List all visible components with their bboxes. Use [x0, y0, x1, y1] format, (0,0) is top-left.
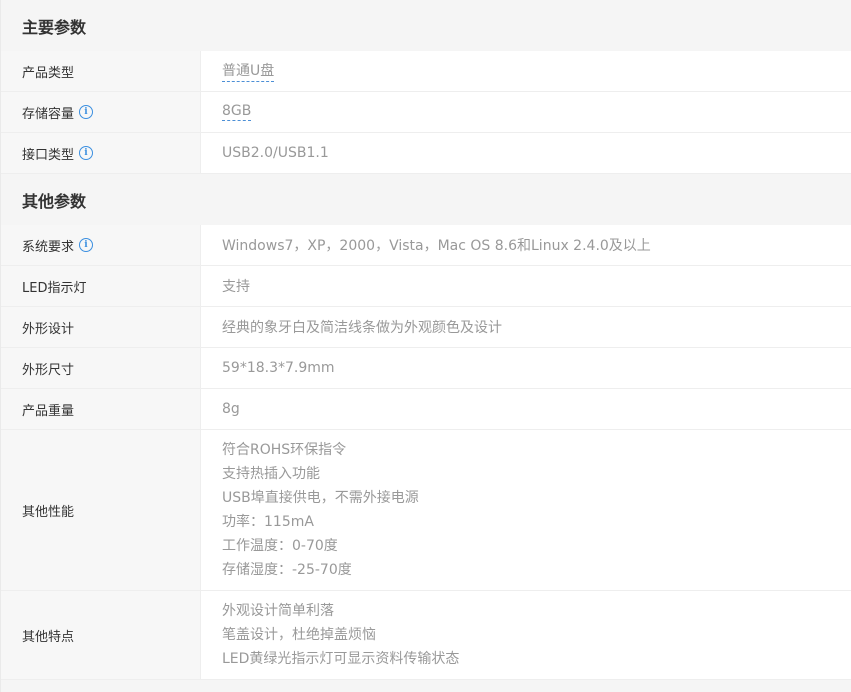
spec-value: 功率：115mA [222, 514, 314, 530]
spec-value: USB埠直接供电，不需外接电源 [222, 490, 419, 506]
spec-value: 符合ROHS环保指令 [222, 442, 347, 458]
spec-row: 存储容量 i 8GB [1, 92, 851, 133]
spec-label-cell: 其他特点 [1, 591, 201, 679]
spec-label-cell: 外形尺寸 [1, 348, 201, 388]
spec-label-cell: 产品重量 [1, 389, 201, 429]
spec-label: 其他性能 [22, 504, 75, 520]
info-icon[interactable]: i [79, 105, 94, 119]
section-footer [1, 680, 851, 692]
spec-row: 产品类型 普通U盘 [1, 51, 851, 92]
spec-value-cell: 支持 [201, 266, 851, 306]
spec-value: 经典的象牙白及简洁线条做为外观颜色及设计 [222, 320, 502, 336]
spec-value: 支持热插入功能 [222, 466, 320, 482]
spec-row: 其他性能 符合ROHS环保指令 支持热插入功能 USB埠直接供电，不需外接电源 功率：1… [1, 430, 851, 591]
spec-label: LED指示灯 [22, 280, 87, 296]
spec-table: 主要参数产品类型 普通U盘存储容量 i 8GB 接口类型 i USB2.0/USB1.1 其他… [0, 0, 851, 692]
spec-label: 外形设计 [22, 321, 75, 337]
spec-label: 接口类型 [22, 147, 75, 163]
spec-label-cell: 其他性能 [1, 430, 201, 590]
spec-row: 外形设计 经典的象牙白及简洁线条做为外观颜色及设计 [1, 307, 851, 348]
spec-label: 存储容量 [22, 106, 75, 122]
spec-row: 其他特点 外观设计简单利落笔盖设计，杜绝掉盖烦恼 LED黄绿光指示灯可显示资料传输状… [1, 591, 851, 680]
spec-value-link[interactable]: 8GB [222, 103, 252, 121]
spec-value: USB2.0/USB1.1 [222, 145, 329, 161]
spec-label: 系统要求 [22, 239, 75, 255]
section-header: 其他参数 [1, 174, 851, 225]
info-icon[interactable]: i [79, 238, 94, 252]
spec-value-cell: 59*18.3*7.9mm [201, 348, 851, 388]
spec-value-cell: 8g [201, 389, 851, 429]
spec-label-cell: 产品类型 [1, 51, 201, 91]
spec-value-cell: 普通U盘 [201, 51, 851, 91]
spec-row: 外形尺寸 59*18.3*7.9mm [1, 348, 851, 389]
spec-row: LED指示灯 支持 [1, 266, 851, 307]
spec-value: 8g [222, 401, 240, 417]
spec-row: 接口类型 i USB2.0/USB1.1 [1, 133, 851, 174]
spec-value-cell: 符合ROHS环保指令 支持热插入功能 USB埠直接供电，不需外接电源 功率：115mA… [201, 430, 851, 590]
spec-value: 59*18.3*7.9mm [222, 360, 335, 376]
spec-label: 产品重量 [22, 403, 75, 419]
section-header: 主要参数 [1, 0, 851, 51]
spec-value-link[interactable]: 普通U盘 [222, 60, 275, 82]
spec-value-cell: 8GB [201, 92, 851, 132]
spec-row: 系统要求 i Windows7，XP，2000，Vista，Mac OS 8.6和L… [1, 225, 851, 266]
spec-value: 笔盖设计，杜绝掉盖烦恼 [222, 627, 376, 643]
spec-label-cell: 存储容量 i [1, 92, 201, 132]
spec-value: 存储湿度：-25-70度 [222, 562, 352, 578]
spec-value-cell: USB2.0/USB1.1 [201, 133, 851, 173]
spec-label: 产品类型 [22, 65, 75, 81]
spec-value: 外观设计简单利落 [222, 603, 334, 619]
spec-value: 支持 [222, 279, 250, 295]
spec-value: 工作温度：0-70度 [222, 538, 338, 554]
spec-value-cell: Windows7，XP，2000，Vista，Mac OS 8.6和Linux … [201, 225, 851, 265]
spec-value: Windows7，XP，2000，Vista，Mac OS 8.6和Linux … [222, 238, 651, 254]
info-icon[interactable]: i [79, 146, 94, 160]
spec-value-cell: 外观设计简单利落笔盖设计，杜绝掉盖烦恼 LED黄绿光指示灯可显示资料传输状态 [201, 591, 851, 679]
spec-label: 外形尺寸 [22, 362, 75, 378]
spec-label: 其他特点 [22, 629, 75, 645]
spec-value-cell: 经典的象牙白及简洁线条做为外观颜色及设计 [201, 307, 851, 347]
spec-label-cell: 系统要求 i [1, 225, 201, 265]
spec-label-cell: LED指示灯 [1, 266, 201, 306]
spec-value: LED黄绿光指示灯可显示资料传输状态 [222, 651, 460, 667]
spec-row: 产品重量 8g [1, 389, 851, 430]
spec-label-cell: 外形设计 [1, 307, 201, 347]
spec-label-cell: 接口类型 i [1, 133, 201, 173]
